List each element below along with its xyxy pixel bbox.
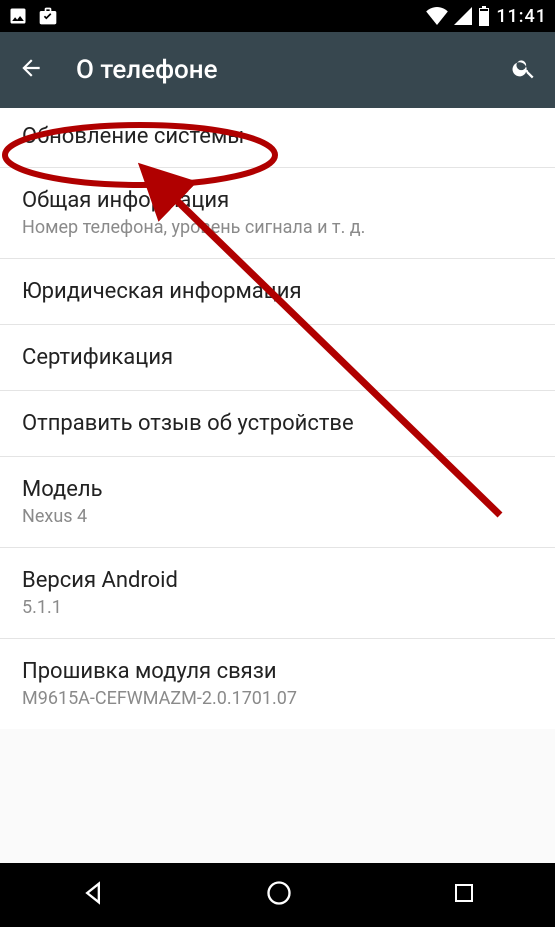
navigation-bar — [0, 863, 555, 927]
list-item-title: Версия Android — [22, 568, 533, 593]
play-store-icon — [38, 6, 58, 26]
image-icon — [8, 6, 28, 26]
battery-icon — [478, 6, 490, 26]
status-bar: 11:41 — [0, 0, 555, 32]
list-item-system-update[interactable]: Обновление системы — [0, 108, 555, 168]
list-item-legal-info[interactable]: Юридическая информация — [0, 259, 555, 325]
list-item-subtitle: M9615A-CEFWMAZM-2.0.1701.07 — [22, 688, 533, 709]
list-item-send-feedback[interactable]: Отправить отзыв об устройстве — [0, 391, 555, 457]
search-button[interactable] — [511, 55, 537, 85]
list-item-baseband[interactable]: Прошивка модуля связи M9615A-CEFWMAZM-2.… — [0, 639, 555, 729]
list-item-title: Прошивка модуля связи — [22, 659, 533, 684]
settings-list: Обновление системы Общая информация Номе… — [0, 108, 555, 729]
nav-recent-button[interactable] — [452, 881, 476, 909]
nav-home-button[interactable] — [265, 879, 293, 911]
list-item-general-info[interactable]: Общая информация Номер телефона, уровень… — [0, 168, 555, 259]
list-item-certification[interactable]: Сертификация — [0, 325, 555, 391]
list-item-subtitle: 5.1.1 — [22, 597, 533, 618]
nav-back-button[interactable] — [79, 879, 107, 911]
wifi-icon — [426, 7, 448, 25]
app-bar: О телефоне — [0, 32, 555, 108]
list-item-model[interactable]: Модель Nexus 4 — [0, 457, 555, 548]
list-item-title: Модель — [22, 477, 533, 502]
list-item-subtitle: Nexus 4 — [22, 506, 533, 527]
page-title: О телефоне — [76, 55, 218, 85]
back-button[interactable] — [18, 55, 44, 85]
list-item-subtitle: Номер телефона, уровень сигнала и т. д. — [22, 217, 533, 238]
list-item-title: Обновление системы — [22, 124, 533, 149]
cell-signal-icon — [454, 7, 472, 25]
status-time: 11:41 — [496, 6, 547, 27]
list-item-title: Общая информация — [22, 188, 533, 213]
list-item-title: Сертификация — [22, 345, 533, 370]
list-item-title: Отправить отзыв об устройстве — [22, 411, 533, 436]
list-item-title: Юридическая информация — [22, 279, 533, 304]
list-item-android-version[interactable]: Версия Android 5.1.1 — [0, 548, 555, 639]
